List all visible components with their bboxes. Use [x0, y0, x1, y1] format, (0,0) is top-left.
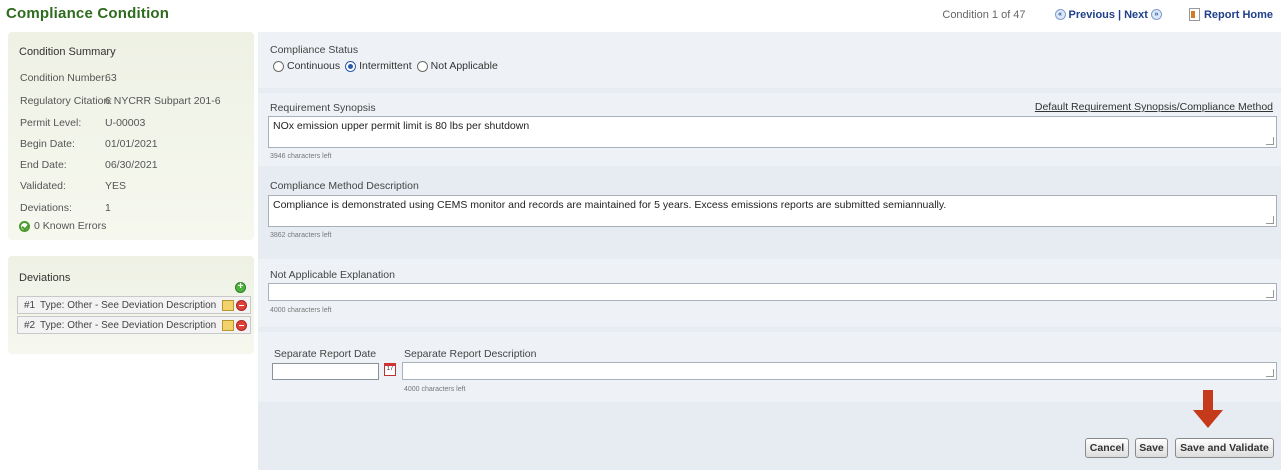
condition-counter: Condition 1 of 47 — [942, 8, 1026, 21]
compliance-status-section: Compliance Status Continuous Intermitten… — [258, 32, 1281, 88]
default-synopsis-link[interactable]: Default Requirement Synopsis/Compliance … — [1035, 101, 1273, 113]
add-deviation-icon[interactable]: + — [235, 282, 246, 293]
next-link[interactable]: Next — [1124, 9, 1148, 21]
compliance-method-textarea[interactable]: Compliance is demonstrated using CEMS mo… — [268, 195, 1277, 227]
summary-label: Permit Level: — [20, 117, 82, 129]
previous-link[interactable]: Previous — [1069, 9, 1115, 21]
deviation-number: #2 — [24, 319, 36, 331]
requirement-synopsis-textarea[interactable]: NOx emission upper permit limit is 80 lb… — [268, 116, 1277, 148]
radio-not-applicable[interactable] — [416, 60, 428, 72]
page-title: Compliance Condition — [6, 5, 170, 22]
separate-report-date-input[interactable] — [272, 363, 379, 380]
summary-row: Regulatory Citation: 6 NYCRR Subpart 201… — [20, 95, 221, 107]
known-errors-status: 0 Known Errors — [19, 220, 106, 232]
save-and-validate-button[interactable]: Save and Validate — [1175, 438, 1274, 458]
prev-next-nav: « Previous | Next » — [1052, 9, 1165, 21]
edit-icon[interactable] — [222, 299, 234, 311]
summary-label: End Date: — [20, 159, 67, 171]
separate-report-date-label: Separate Report Date — [274, 348, 377, 360]
separate-report-description-textarea[interactable] — [402, 362, 1277, 380]
summary-value: 1 — [105, 202, 111, 214]
deviations-title: Deviations — [19, 272, 71, 284]
method-chars-left: 3862 characters left — [270, 232, 332, 239]
summary-value: YES — [105, 180, 127, 192]
summary-label: Condition Number: — [20, 72, 108, 84]
na-chars-left: 4000 characters left — [270, 307, 332, 314]
summary-row: Condition Number: 63 — [20, 72, 117, 84]
previous-icon[interactable]: « — [1054, 9, 1066, 20]
check-icon — [19, 220, 30, 232]
summary-value: 6 NYCRR Subpart 201-6 — [105, 95, 221, 107]
edit-icon[interactable] — [222, 319, 234, 331]
deviations-panel: Deviations + #1 Type: Other - See Deviat… — [8, 256, 254, 354]
radio-continuous-label[interactable]: Continuous — [287, 60, 340, 72]
separate-report-description-label: Separate Report Description — [404, 348, 537, 360]
na-explanation-label: Not Applicable Explanation — [270, 269, 395, 281]
summary-label: Validated: — [20, 180, 66, 192]
summary-row: Begin Date: 01/01/2021 — [20, 138, 158, 150]
requirement-chars-left: 3946 characters left — [270, 153, 332, 160]
deviation-type: Type: Other - See Deviation Description — [40, 319, 217, 331]
delete-icon[interactable] — [236, 299, 247, 311]
radio-intermittent[interactable] — [345, 60, 357, 72]
summary-label: Deviations: — [20, 202, 72, 214]
radio-intermittent-label[interactable]: Intermittent — [359, 60, 412, 72]
deviation-row[interactable]: #1 Type: Other - See Deviation Descripti… — [17, 296, 251, 314]
summary-row: Permit Level: U-00003 — [20, 117, 145, 129]
compliance-status-label: Compliance Status — [270, 44, 359, 56]
top-navigation: Condition 1 of 47 « Previous | Next » Re… — [942, 8, 1273, 21]
next-icon[interactable]: » — [1150, 9, 1162, 20]
radio-continuous[interactable] — [273, 60, 284, 72]
report-icon — [1188, 8, 1200, 21]
separate-report-chars-left: 4000 characters left — [404, 386, 466, 393]
report-home-label[interactable]: Report Home — [1204, 9, 1273, 21]
requirement-synopsis-label: Requirement Synopsis — [270, 102, 376, 114]
nav-separator: | — [1118, 8, 1122, 21]
calendar-icon[interactable]: 17 — [384, 363, 396, 376]
condition-summary-title: Condition Summary — [19, 46, 116, 58]
summary-value: 63 — [105, 72, 117, 84]
deviation-number: #1 — [24, 299, 36, 311]
compliance-method-label: Compliance Method Description — [270, 180, 419, 192]
summary-row: Deviations: 1 — [20, 202, 111, 214]
report-home-link[interactable]: Report Home — [1188, 8, 1273, 21]
summary-value: 01/01/2021 — [105, 138, 158, 150]
cancel-button[interactable]: Cancel — [1085, 438, 1129, 458]
deviation-type: Type: Other - See Deviation Description — [40, 299, 217, 311]
known-errors-label: 0 Known Errors — [34, 220, 107, 232]
summary-label: Begin Date: — [20, 138, 75, 150]
condition-summary-panel: Condition Summary Condition Number: 63 R… — [8, 32, 254, 240]
compliance-status-radios: Continuous Intermittent Not Applicable — [272, 60, 502, 72]
deviation-row[interactable]: #2 Type: Other - See Deviation Descripti… — [17, 316, 251, 334]
na-explanation-textarea[interactable] — [268, 283, 1277, 301]
summary-label: Regulatory Citation: — [20, 95, 113, 107]
summary-row: Validated: YES — [20, 180, 126, 192]
save-button[interactable]: Save — [1135, 438, 1168, 458]
delete-icon[interactable] — [236, 319, 247, 331]
summary-row: End Date: 06/30/2021 — [20, 159, 158, 171]
summary-value: U-00003 — [105, 117, 146, 129]
summary-value: 06/30/2021 — [105, 159, 158, 171]
compliance-form: Compliance Status Continuous Intermitten… — [258, 32, 1281, 470]
radio-not-applicable-label[interactable]: Not Applicable — [431, 60, 498, 72]
